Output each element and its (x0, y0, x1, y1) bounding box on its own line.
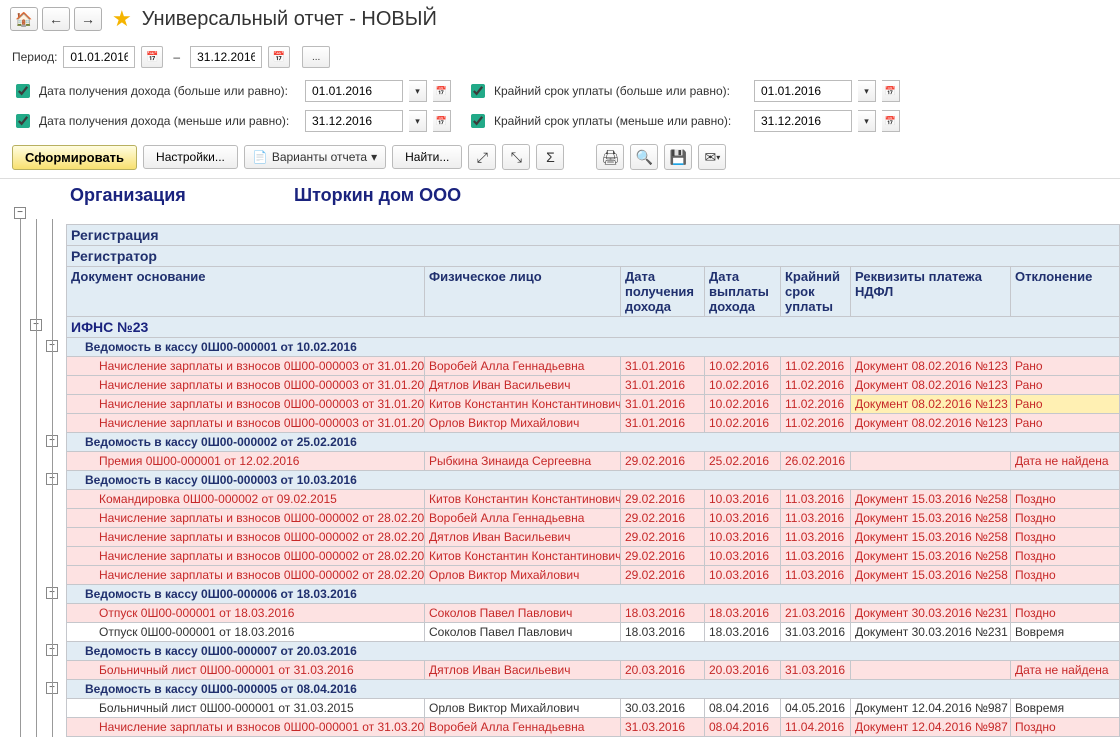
arrow-left-icon: ← (49, 11, 63, 27)
period-choose-button[interactable]: ... (302, 46, 330, 68)
table-row[interactable]: Отпуск 0Ш00-000001 от 18.03.2016Соколов … (67, 623, 1120, 642)
col-d2: Дата выплаты дохода (705, 267, 781, 317)
chevron-down-icon: ▾ (371, 150, 377, 164)
filter2-dropdown[interactable]: ▾ (858, 80, 876, 102)
col-d1: Дата получения дохода (621, 267, 705, 317)
period-to-input[interactable] (190, 46, 262, 68)
header-registrator: Регистратор (67, 246, 1120, 267)
filter2-calendar[interactable]: 📅 (882, 80, 900, 102)
col-person: Физическое лицо (425, 267, 621, 317)
table-row[interactable]: Ведомость в кассу 0Ш00-000006 от 18.03.2… (67, 585, 1120, 604)
filter4-calendar[interactable]: 📅 (882, 110, 900, 132)
filter3-calendar[interactable]: 📅 (433, 110, 451, 132)
table-row[interactable]: Ведомость в кассу 0Ш00-000001 от 10.02.2… (67, 338, 1120, 357)
col-dev: Отклонение (1011, 267, 1120, 317)
filter1-calendar[interactable]: 📅 (433, 80, 451, 102)
report-icon: 📄 (253, 150, 268, 164)
table-row[interactable]: Ведомость в кассу 0Ш00-000005 от 08.04.2… (67, 680, 1120, 699)
generate-button[interactable]: Сформировать (12, 145, 137, 170)
filter4-label: Крайний срок уплаты (меньше или равно): (494, 114, 748, 128)
tool-save-button[interactable]: 💾 (664, 144, 692, 170)
calendar-icon: 📅 (273, 52, 285, 63)
forward-button[interactable]: → (74, 7, 102, 31)
table-row[interactable]: Начисление зарплаты и взносов 0Ш00-00000… (67, 509, 1120, 528)
filter4-input[interactable] (754, 110, 852, 132)
col-req: Реквизиты платежа НДФЛ (851, 267, 1011, 317)
table-row[interactable]: Начисление зарплаты и взносов 0Ш00-00000… (67, 357, 1120, 376)
filter4-checkbox[interactable] (471, 114, 485, 128)
tool-collapse-button[interactable]: ⤡ (502, 144, 530, 170)
tool-print-button[interactable]: 🖨 (596, 144, 624, 170)
filter1-input[interactable] (305, 80, 403, 102)
table-row[interactable]: Отпуск 0Ш00-000001 от 18.03.2016Соколов … (67, 604, 1120, 623)
filter2-input[interactable] (754, 80, 852, 102)
home-icon: 🏠 (15, 11, 32, 28)
filter3-dropdown[interactable]: ▾ (409, 110, 427, 132)
star-icon[interactable]: ★ (112, 6, 132, 32)
period-from-calendar[interactable]: 📅 (141, 46, 163, 68)
report-table: Регистрация Регистратор Документ основан… (66, 224, 1120, 737)
arrow-right-icon: → (81, 11, 95, 27)
table-row[interactable]: Начисление зарплаты и взносов 0Ш00-00000… (67, 718, 1120, 737)
tool-expand-button[interactable]: ⤢ (468, 144, 496, 170)
table-row[interactable]: Начисление зарплаты и взносов 0Ш00-00000… (67, 528, 1120, 547)
outline-tree: −−−−−−−− (12, 179, 66, 737)
tool-mail-button[interactable]: ✉ ▾ (698, 144, 726, 170)
period-dash: – (169, 50, 184, 64)
table-row[interactable]: Ведомость в кассу 0Ш00-000002 от 25.02.2… (67, 433, 1120, 452)
filter3-label: Дата получения дохода (меньше или равно)… (39, 114, 299, 128)
filter2-label: Крайний срок уплаты (больше или равно): (494, 84, 748, 98)
tool-preview-button[interactable]: 🔍 (630, 144, 658, 170)
filter1-checkbox[interactable] (16, 84, 30, 98)
table-row[interactable]: Начисление зарплаты и взносов 0Ш00-00000… (67, 414, 1120, 433)
filter4-dropdown[interactable]: ▾ (858, 110, 876, 132)
variants-label: Варианты отчета (272, 150, 367, 164)
period-to-calendar[interactable]: 📅 (268, 46, 290, 68)
filter1-label: Дата получения дохода (больше или равно)… (39, 84, 299, 98)
table-row[interactable]: Больничный лист 0Ш00-000001 от 31.03.201… (67, 699, 1120, 718)
page-title: Универсальный отчет - НОВЫЙ (142, 8, 437, 31)
period-from-input[interactable] (63, 46, 135, 68)
variants-button[interactable]: 📄 Варианты отчета ▾ (244, 145, 386, 169)
home-button[interactable]: 🏠 (10, 7, 38, 31)
filter3-checkbox[interactable] (16, 114, 30, 128)
table-row[interactable]: Премия 0Ш00-000001 от 12.02.2016Рыбкина … (67, 452, 1120, 471)
col-d3: Крайний срок уплаты (781, 267, 851, 317)
back-button[interactable]: ← (42, 7, 70, 31)
org-label: Организация (70, 185, 294, 206)
table-row[interactable]: ИФНС №23 (67, 317, 1120, 338)
table-row[interactable]: Больничный лист 0Ш00-000001 от 31.03.201… (67, 661, 1120, 680)
settings-button[interactable]: Настройки... (143, 145, 238, 169)
filter2-checkbox[interactable] (471, 84, 485, 98)
filter3-input[interactable] (305, 110, 403, 132)
tree-toggle[interactable]: − (14, 207, 26, 219)
period-label: Период: (12, 50, 57, 64)
col-doc: Документ основание (67, 267, 425, 317)
table-row[interactable]: Начисление зарплаты и взносов 0Ш00-00000… (67, 395, 1120, 414)
filter1-dropdown[interactable]: ▾ (409, 80, 427, 102)
table-row[interactable]: Начисление зарплаты и взносов 0Ш00-00000… (67, 547, 1120, 566)
table-row[interactable]: Начисление зарплаты и взносов 0Ш00-00000… (67, 566, 1120, 585)
table-row[interactable]: Командировка 0Ш00-000002 от 09.02.2015Ки… (67, 490, 1120, 509)
table-row[interactable]: Начисление зарплаты и взносов 0Ш00-00000… (67, 376, 1120, 395)
table-row[interactable]: Ведомость в кассу 0Ш00-000003 от 10.03.2… (67, 471, 1120, 490)
find-button[interactable]: Найти... (392, 145, 462, 169)
table-row[interactable]: Ведомость в кассу 0Ш00-000007 от 20.03.2… (67, 642, 1120, 661)
calendar-icon: 📅 (146, 52, 158, 63)
org-value: Шторкин дом ООО (294, 185, 461, 206)
header-registration: Регистрация (67, 225, 1120, 246)
tool-sum-button[interactable]: Σ (536, 144, 564, 170)
